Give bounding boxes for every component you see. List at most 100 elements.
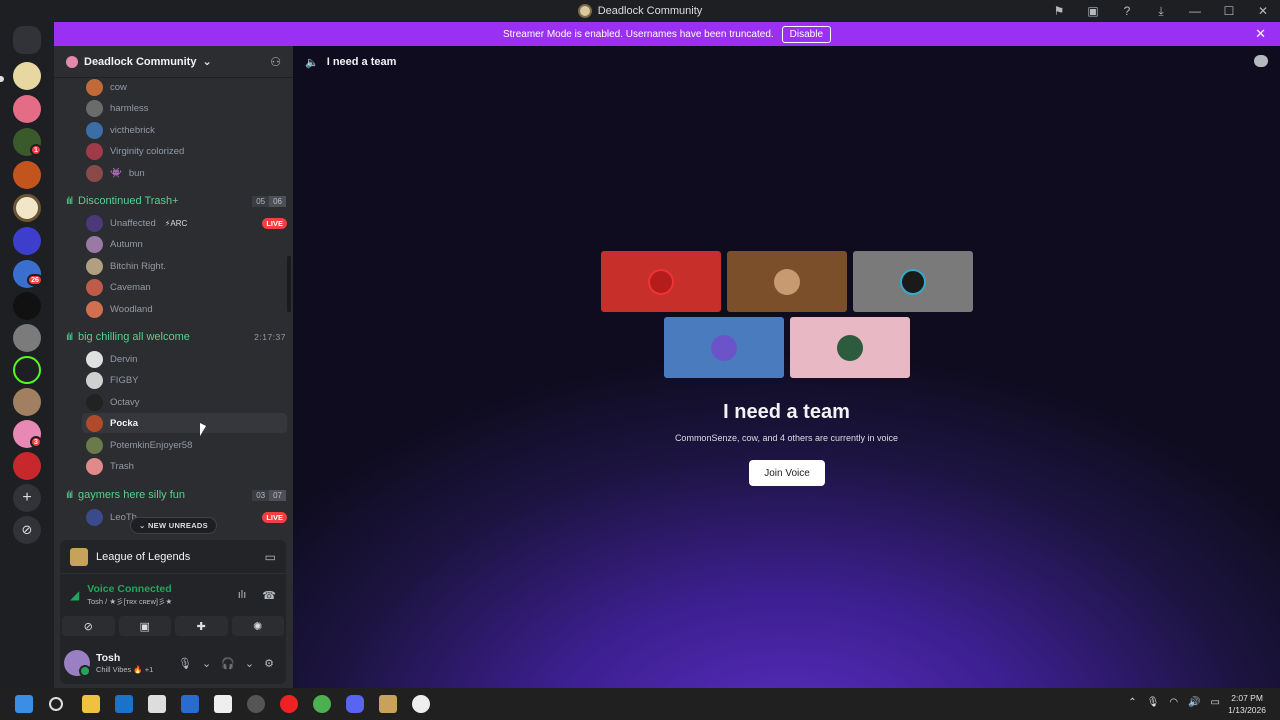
title-bar: Deadlock Community ⚑ ▣ ? ⤓ — ☐ ✕ xyxy=(0,0,1280,22)
participant-tile[interactable] xyxy=(601,251,721,312)
voice-user[interactable]: Octavy xyxy=(82,392,287,412)
guild-header[interactable]: Deadlock Community ⌄ ⚇ xyxy=(54,46,293,78)
banner-message: Streamer Mode is enabled. Usernames have… xyxy=(502,28,774,40)
noise-suppression-icon[interactable]: ılı xyxy=(238,589,247,602)
user-count: 03 07 xyxy=(252,489,286,501)
add-server-icon[interactable]: + xyxy=(13,484,41,512)
minimize-button[interactable]: — xyxy=(1178,4,1212,18)
sidebar-scrollbar[interactable] xyxy=(287,256,291,312)
voice-user[interactable]: PotemkinEnjoyer58 xyxy=(82,435,287,455)
settings-gear-icon[interactable]: ⚙ xyxy=(264,657,274,670)
server-icon[interactable] xyxy=(13,452,41,480)
maximize-button[interactable]: ☐ xyxy=(1212,4,1246,18)
flag-icon[interactable]: ⚑ xyxy=(1042,4,1076,18)
voice-user[interactable]: FIGBY xyxy=(82,370,287,390)
mic-icon[interactable]: 🎙 xyxy=(1147,697,1160,708)
screen-share-button[interactable]: ▣ xyxy=(118,616,171,636)
server-icon[interactable] xyxy=(13,227,41,255)
inbox-icon[interactable]: ▣ xyxy=(1076,4,1110,18)
server-icon[interactable] xyxy=(13,388,41,416)
server-icon[interactable] xyxy=(13,356,41,384)
discord-home-icon[interactable] xyxy=(13,26,41,54)
server-icon[interactable] xyxy=(13,161,41,189)
voice-user[interactable]: harmless xyxy=(82,98,287,118)
avatar[interactable] xyxy=(64,650,91,677)
camera-off-button[interactable]: ⊘ xyxy=(62,616,115,636)
chat-icon[interactable] xyxy=(1254,55,1268,67)
voice-user[interactable]: Woodland xyxy=(82,299,287,319)
streamer-mode-banner: Streamer Mode is enabled. Usernames have… xyxy=(54,22,1280,46)
download-icon[interactable]: ⤓ xyxy=(1144,4,1178,19)
user-panel: League of Legends ▭ ◢ Voice Connected To… xyxy=(60,540,286,684)
app-icon[interactable] xyxy=(148,695,166,713)
voice-connection: ◢ Voice Connected Tosh / ★彡[ᴛʀx ᴄʀᴇᴡ]彡★ … xyxy=(60,578,286,612)
participant-tile[interactable] xyxy=(664,317,784,378)
voice-status[interactable]: Voice Connected xyxy=(87,583,172,595)
voice-channel[interactable]: ılıl big chilling all welcome 2:17:37 xyxy=(66,327,286,347)
voice-channel[interactable]: ılıl Discontinued Trash+ 05 06 xyxy=(66,191,286,211)
app-icon[interactable] xyxy=(115,695,133,713)
voice-user[interactable]: Dervin xyxy=(82,349,287,369)
stream-game-icon[interactable]: ▭ xyxy=(265,550,276,564)
mic-icon[interactable]: 🎙 xyxy=(178,657,192,670)
soundboard-button[interactable]: ✺ xyxy=(231,616,284,636)
voice-user[interactable]: Unaffected ⚡ARC LIVE xyxy=(82,213,287,233)
participant-tile[interactable] xyxy=(790,317,910,378)
new-unreads-button[interactable]: ⌄ NEW UNREADS xyxy=(130,517,217,534)
battery-icon[interactable]: ▭ xyxy=(1211,697,1220,708)
user-name[interactable]: Tosh xyxy=(96,652,153,664)
server-icon[interactable] xyxy=(13,292,41,320)
invite-people-icon[interactable]: ⚇ xyxy=(270,55,281,69)
voice-channel[interactable]: ılıl gaymers here silly fun 03 07 xyxy=(66,485,286,505)
channel-timer: 2:17:37 xyxy=(254,332,286,342)
avatar xyxy=(86,371,103,389)
participant-tile[interactable] xyxy=(727,251,847,312)
voice-user[interactable]: Virginity colorized xyxy=(82,141,287,161)
voice-user[interactable]: Pocka xyxy=(82,413,287,433)
app-icon[interactable] xyxy=(412,695,430,713)
guild-badge-icon xyxy=(66,55,78,68)
wifi-icon[interactable]: ◠ xyxy=(1169,697,1178,708)
server-icon[interactable] xyxy=(13,194,41,222)
disable-streamer-button[interactable]: Disable xyxy=(781,25,832,43)
app-icon[interactable] xyxy=(181,695,199,713)
voice-user[interactable]: Caveman xyxy=(82,277,287,297)
chevron-up-icon[interactable]: ⌃ xyxy=(1128,697,1136,708)
league-icon[interactable] xyxy=(379,695,397,713)
signal-icon[interactable]: ◢ xyxy=(70,588,79,602)
server-icon[interactable] xyxy=(13,62,41,90)
chrome-icon[interactable] xyxy=(313,695,331,713)
guild-name: Deadlock Community xyxy=(84,55,197,68)
activities-button[interactable]: ✚ xyxy=(175,616,228,636)
chevron-down-icon[interactable]: ⌄ xyxy=(245,657,254,670)
voice-channel-path[interactable]: Tosh / ★彡[ᴛʀx ᴄʀᴇᴡ]彡★ xyxy=(87,596,172,607)
close-window-button[interactable]: ✕ xyxy=(1246,4,1280,18)
close-banner-icon[interactable]: ✕ xyxy=(1255,26,1266,42)
voice-user[interactable]: Autumn xyxy=(82,234,287,254)
discover-icon[interactable]: ⊘ xyxy=(13,516,41,544)
chevron-down-icon[interactable]: ⌄ xyxy=(202,657,211,670)
join-voice-button[interactable]: Join Voice xyxy=(749,460,825,486)
server-icon[interactable] xyxy=(13,95,41,123)
voice-user[interactable]: cow xyxy=(82,79,287,97)
voice-user[interactable]: victhebrick xyxy=(82,120,287,140)
activity-row[interactable]: League of Legends ▭ xyxy=(60,540,286,574)
voice-user[interactable]: Bitchin Right. xyxy=(82,256,287,276)
headphones-icon[interactable]: 🎧 xyxy=(221,657,235,670)
help-icon[interactable]: ? xyxy=(1110,4,1144,18)
store-icon[interactable] xyxy=(214,695,232,713)
participant-tile[interactable] xyxy=(853,251,973,312)
voice-user[interactable]: Trash xyxy=(82,456,287,476)
start-icon[interactable] xyxy=(15,695,33,713)
app-icon[interactable] xyxy=(247,695,265,713)
clock[interactable]: 2:07 PM 1/13/2026 xyxy=(1228,692,1266,716)
server-icon[interactable] xyxy=(13,324,41,352)
discord-icon[interactable] xyxy=(346,695,364,713)
file-explorer-icon[interactable] xyxy=(82,695,100,713)
app-icon[interactable] xyxy=(280,695,298,713)
game-icon xyxy=(70,547,88,566)
disconnect-icon[interactable]: ☎ xyxy=(262,589,276,602)
volume-icon[interactable]: 🔊 xyxy=(1188,697,1200,708)
voice-user[interactable]: 👾 bun xyxy=(82,163,287,183)
search-icon[interactable] xyxy=(49,697,63,711)
